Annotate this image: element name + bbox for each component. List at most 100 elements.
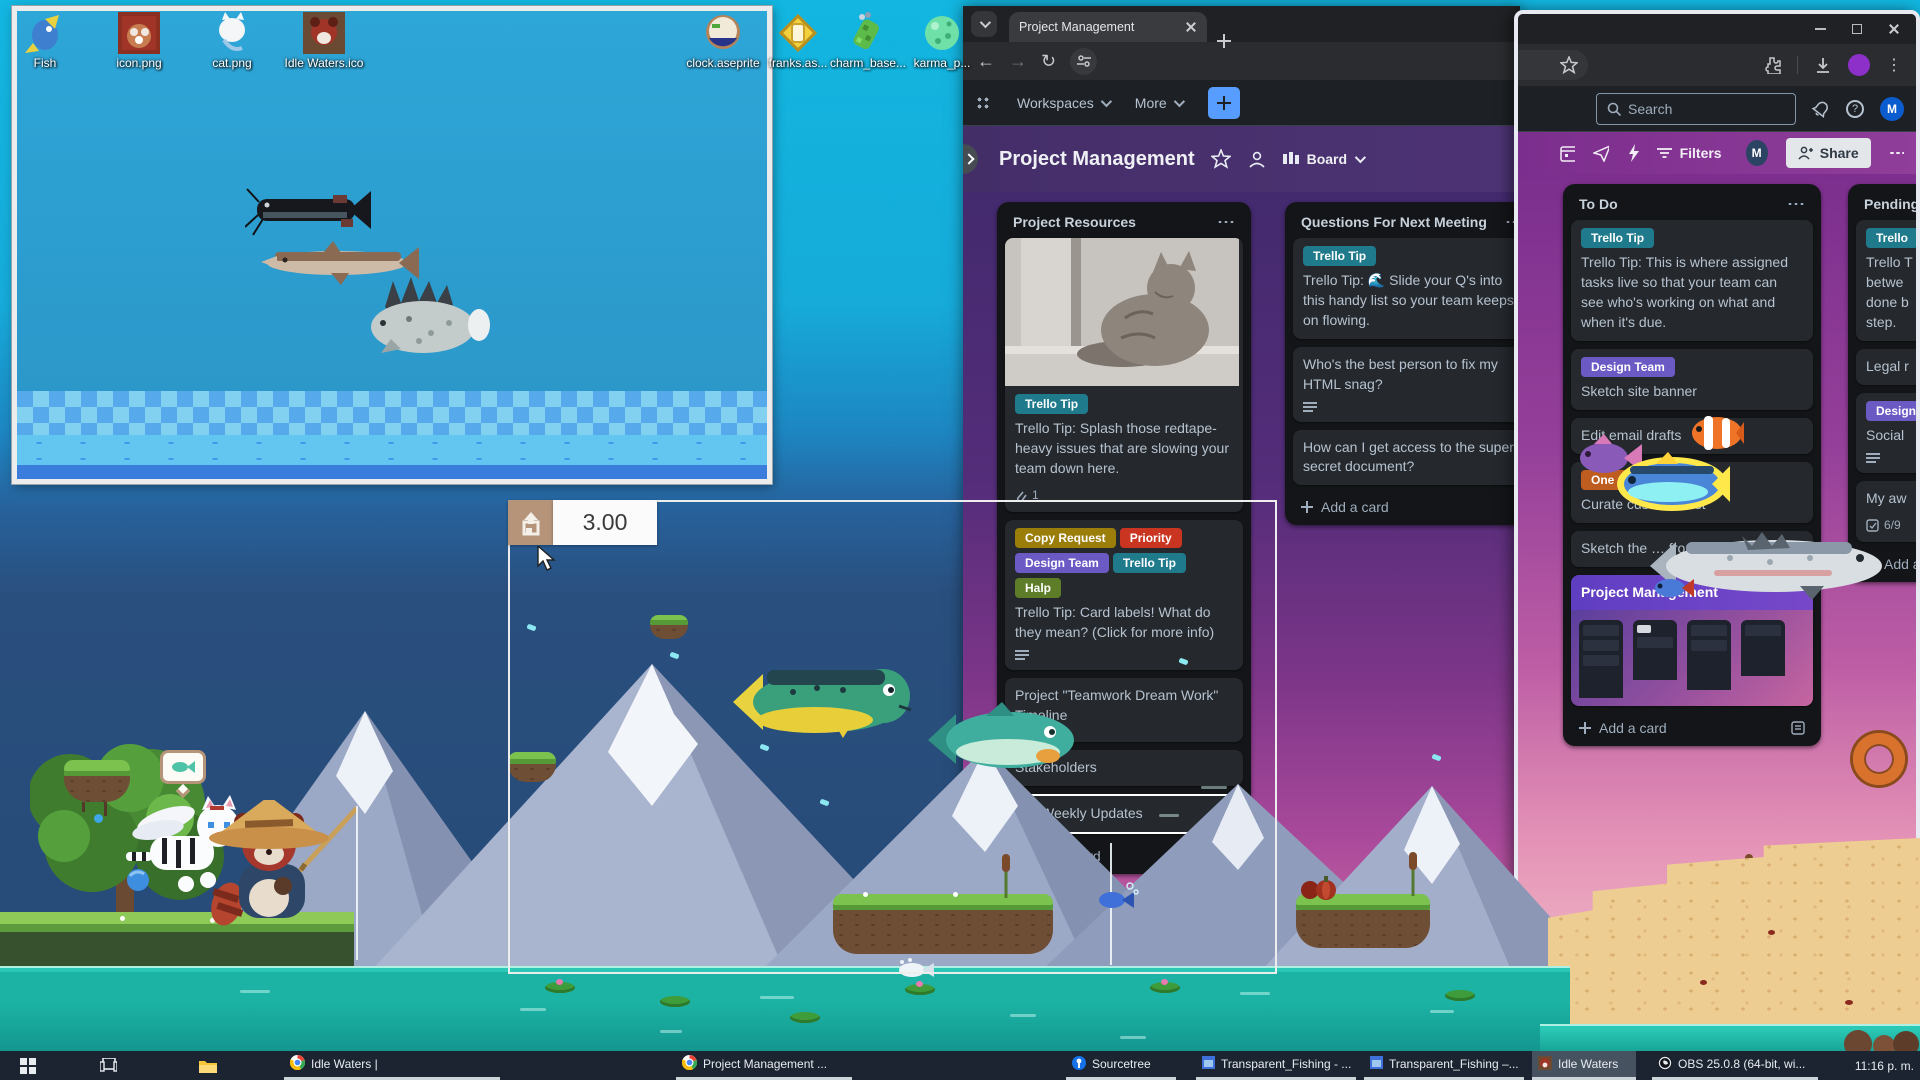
card-email[interactable]: Edit email drafts: [1571, 418, 1813, 454]
sidebar-expand-button[interactable]: [963, 144, 978, 174]
rocks: [1842, 1018, 1920, 1052]
tab-close-icon[interactable]: [1185, 21, 1197, 33]
desktop-icon-iconpng[interactable]: icon.png: [97, 12, 181, 71]
add-card-label: Add a card: [1599, 720, 1783, 736]
task-view-button[interactable]: [88, 1051, 128, 1080]
help-icon[interactable]: [1846, 100, 1864, 118]
checklist-count: 6/9: [1884, 517, 1901, 534]
card-sketch-front[interactable]: Sketch the … front: [1571, 531, 1813, 567]
star-icon[interactable]: [1211, 149, 1231, 169]
calendar-icon[interactable]: [1560, 144, 1575, 162]
file-explorer-button[interactable]: [186, 1051, 230, 1080]
label-design[interactable]: Design: [1866, 401, 1920, 421]
create-button[interactable]: [1208, 87, 1240, 119]
share-person-icon: [1798, 146, 1813, 160]
desktop-icon-clock[interactable]: clock.aseprite: [681, 12, 765, 71]
members-icon[interactable]: [1247, 150, 1267, 168]
lightning-icon[interactable]: [1627, 144, 1639, 162]
board-member-avatar[interactable]: M: [1746, 140, 1768, 166]
taskbar-app-transparent-fishing-2[interactable]: Transparent_Fishing –...: [1364, 1051, 1524, 1080]
taskbar-app-idle-waters[interactable]: Idle Waters: [1532, 1051, 1636, 1080]
card-trello-tip-slide[interactable]: Trello Tip Trello Tip: 🌊 Slide your Q's …: [1293, 238, 1520, 339]
desktop-icon-idlewaters[interactable]: Idle Waters.ico: [282, 12, 366, 71]
taskbar-clock[interactable]: 11:16 p. m.: [1855, 1051, 1914, 1080]
label-trello-tip[interactable]: Trello Tip: [1015, 394, 1088, 414]
browser-window-trello-2: ⋮ M Filters M Share To Do: [1514, 10, 1920, 973]
taskbar-app-sourcetree[interactable]: Sourcetree: [1066, 1051, 1176, 1080]
add-card-button[interactable]: Add a card: [1293, 493, 1520, 517]
tab-project-management[interactable]: Project Management: [1009, 12, 1207, 42]
desktop-icon-charm[interactable]: charm_base...: [826, 12, 910, 71]
label-one-more-step[interactable]: One more step: [1581, 470, 1685, 490]
taskbar-app-idle-waters-tab[interactable]: Idle Waters |: [284, 1051, 500, 1080]
card-social[interactable]: Design Social: [1856, 393, 1920, 473]
taskbar-app-project-management[interactable]: Project Management ...: [676, 1051, 852, 1080]
card-sketch-banner[interactable]: Design Team Sketch site banner: [1571, 349, 1813, 410]
card-legal[interactable]: Legal r: [1856, 349, 1920, 385]
workspaces-menu[interactable]: Workspaces: [1017, 95, 1109, 111]
label-trello[interactable]: Trello: [1866, 228, 1918, 248]
label-trello-tip[interactable]: Trello Tip: [1581, 228, 1654, 248]
card-title: Trello Tip: This is where assigned tasks…: [1581, 253, 1803, 333]
start-button[interactable]: [8, 1051, 48, 1080]
card-html-snag[interactable]: Who's the best person to fix my HTML sna…: [1293, 347, 1520, 422]
more-menu[interactable]: More: [1135, 95, 1182, 111]
desktop-icon-karma[interactable]: karma_p...: [900, 12, 984, 71]
minimize-icon[interactable]: [1815, 28, 1826, 30]
reload-button[interactable]: ↻: [1041, 52, 1056, 70]
fishing-game-window[interactable]: [12, 6, 772, 484]
extensions-puzzle-icon[interactable]: [1763, 56, 1781, 74]
more-label: More: [1135, 95, 1167, 111]
label-trello-tip[interactable]: Trello Tip: [1303, 246, 1376, 266]
trees: [30, 726, 270, 940]
label-design-team[interactable]: Design Team: [1581, 357, 1675, 377]
apps-grid-icon[interactable]: [975, 95, 991, 111]
filters-button[interactable]: Filters: [1657, 145, 1722, 161]
card-project-management-board[interactable]: Project Management: [1571, 575, 1813, 707]
value-tooltip: 3.00: [553, 500, 657, 545]
filter-icon: [1657, 147, 1672, 159]
desktop-icon-fish[interactable]: Fish: [3, 12, 87, 71]
board-view-icon: [1283, 152, 1299, 166]
card-title: Trello Tip: Splash those redtape-heavy i…: [1015, 419, 1233, 479]
red-panda-image-icon: [117, 12, 161, 54]
board-menu-icon[interactable]: [1889, 151, 1904, 155]
card-template-icon[interactable]: [1791, 721, 1805, 735]
card-line: step.: [1866, 313, 1920, 333]
card-curate-customers[interactable]: One more step Curate customer list: [1571, 462, 1813, 523]
speech-bubble: [160, 750, 206, 784]
add-card-button[interactable]: Add a card: [1856, 550, 1920, 574]
green-orb-icon: [920, 12, 964, 54]
share-button[interactable]: Share: [1786, 138, 1871, 168]
list-menu-icon[interactable]: [1787, 202, 1805, 206]
card-trello-tip-assigned[interactable]: Trello Tip Trello Tip: This is where ass…: [1571, 220, 1813, 341]
taskbar-app-transparent-fishing-1[interactable]: Transparent_Fishing - ...: [1196, 1051, 1356, 1080]
add-card-button[interactable]: Add a card: [1571, 714, 1813, 738]
notifications-bell-icon[interactable]: [1808, 96, 1833, 121]
card-trello-tip-splash[interactable]: Trello Tip Trello Tip: Splash those redt…: [1005, 238, 1243, 512]
search-input[interactable]: [1628, 101, 1768, 117]
profile-avatar[interactable]: [1848, 54, 1870, 76]
bookmark-star-icon[interactable]: [1560, 56, 1578, 74]
search-box[interactable]: [1596, 93, 1796, 125]
card-title: Curate customer list: [1581, 495, 1803, 515]
forward-button[interactable]: →: [1009, 52, 1027, 70]
send-plane-icon[interactable]: [1593, 144, 1608, 162]
member-avatar[interactable]: M: [1880, 97, 1904, 121]
window-icon: [1370, 1056, 1383, 1072]
taskbar-app-obs[interactable]: OBS 25.0.8 (64-bit, wi...: [1652, 1051, 1818, 1080]
maximize-icon[interactable]: [1852, 24, 1862, 34]
card-my-awesome[interactable]: My aw 6/9: [1856, 481, 1920, 542]
close-icon[interactable]: [1888, 23, 1900, 35]
description-icon: [1303, 402, 1317, 412]
board-view-label: Board: [1307, 151, 1347, 167]
card-pending-tip[interactable]: Trello Trello T betwe done b step.: [1856, 220, 1920, 341]
list-title: Pending: [1864, 196, 1919, 212]
board-view-switcher[interactable]: Board: [1283, 151, 1363, 167]
desktop-icon-catpng[interactable]: cat.png: [190, 12, 274, 71]
site-settings-icon[interactable]: [1070, 48, 1097, 75]
card-secret-document[interactable]: How can I get access to the super secret…: [1293, 430, 1520, 486]
browser-menu-icon[interactable]: ⋮: [1886, 55, 1902, 75]
list-menu-icon[interactable]: [1217, 220, 1235, 224]
download-icon[interactable]: [1814, 56, 1832, 74]
